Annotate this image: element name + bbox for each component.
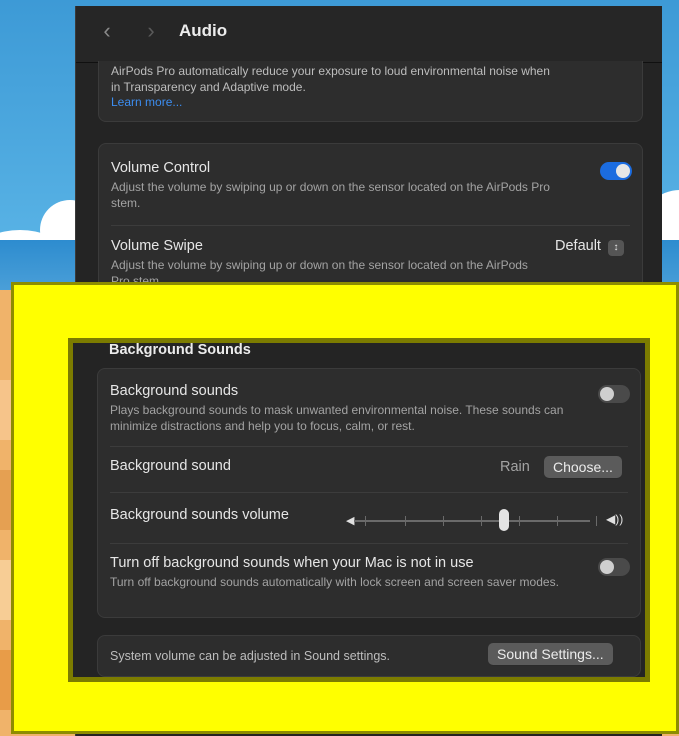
slider-track[interactable]: [354, 520, 590, 522]
volume-group: Volume Control Adjust the volume by swip…: [98, 143, 643, 305]
background-sounds-panel: Background Sounds Background sounds Play…: [68, 338, 650, 682]
chevron-left-icon[interactable]: ‹: [96, 20, 118, 42]
volume-control-row: Volume Control Adjust the volume by swip…: [111, 160, 630, 211]
slider-thumb[interactable]: [499, 509, 509, 531]
updown-chevron-icon: ↕: [607, 240, 624, 256]
footer-group: System volume can be adjusted in Sound s…: [97, 635, 641, 677]
volume-control-desc: Adjust the volume by swiping up or down …: [111, 180, 550, 210]
volume-control-toggle[interactable]: [600, 162, 632, 180]
toggle-knob: [600, 560, 614, 574]
slider-tick: [557, 516, 558, 526]
noise-info-line2: in Transparency and Adaptive mode.: [111, 80, 306, 94]
sound-settings-button[interactable]: Sound Settings...: [488, 643, 613, 665]
background-sounds-toggle-row: Background sounds Plays background sound…: [110, 383, 628, 434]
mac-not-in-use-toggle[interactable]: [598, 558, 630, 576]
toggle-knob: [600, 387, 614, 401]
divider: [110, 446, 628, 447]
slider-tick: [596, 516, 597, 526]
choose-sound-button[interactable]: Choose...: [544, 456, 622, 478]
slider-tick: [481, 516, 482, 526]
mac-not-in-use-row: Turn off background sounds when your Mac…: [110, 555, 628, 590]
background-sounds-group: Background sounds Plays background sound…: [97, 368, 641, 618]
background-sounds-title: Background sounds: [110, 383, 239, 399]
slider-tick: [405, 516, 406, 526]
slider-tick: [443, 516, 444, 526]
mac-not-in-use-title: Turn off background sounds when your Mac…: [110, 555, 474, 571]
volume-swipe-title: Volume Swipe: [111, 238, 203, 254]
toggle-knob: [616, 164, 630, 178]
mac-not-in-use-desc: Turn off background sounds automatically…: [110, 575, 559, 589]
learn-more-link[interactable]: Learn more...: [111, 95, 630, 109]
slider-tick: [365, 516, 366, 526]
window-title: Audio: [179, 21, 228, 40]
slider-tick: [519, 516, 520, 526]
noise-info-line1: AirPods Pro automatically reduce your ex…: [111, 64, 550, 78]
divider: [110, 543, 628, 544]
divider: [111, 225, 630, 226]
volume-control-title: Volume Control: [111, 160, 211, 176]
noise-control-group: AirPods Pro automatically reduce your ex…: [98, 61, 643, 122]
background-sound-value: Rain: [500, 459, 530, 475]
background-sounds-heading: Background Sounds: [109, 342, 251, 358]
speaker-high-icon: ◀)): [606, 512, 624, 526]
window-titlebar: ‹ › Audio: [76, 6, 662, 63]
footer-text: System volume can be adjusted in Sound s…: [110, 649, 391, 663]
background-sounds-toggle[interactable]: [598, 385, 630, 403]
divider: [110, 492, 628, 493]
chevron-right-icon[interactable]: ›: [140, 20, 162, 42]
volume-swipe-value: Default: [555, 238, 601, 254]
volume-swipe-popup[interactable]: Default ↕: [555, 238, 624, 256]
background-sounds-desc: Plays background sounds to mask unwanted…: [110, 403, 564, 433]
noise-info: AirPods Pro automatically reduce your ex…: [111, 63, 630, 109]
